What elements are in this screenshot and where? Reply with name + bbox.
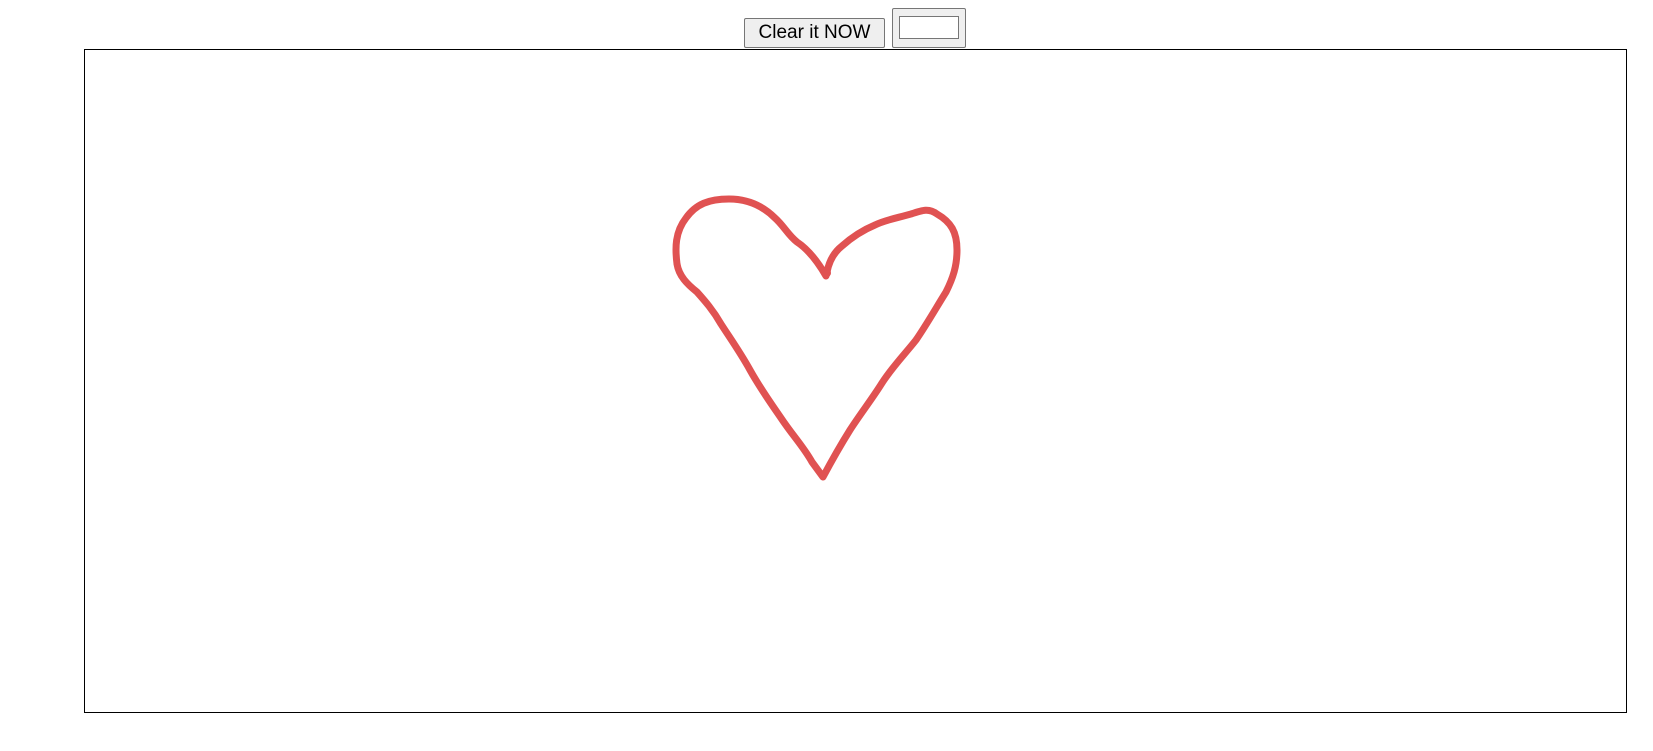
clear-canvas-button[interactable]: Clear it NOW [744,18,885,48]
color-swatch [899,16,959,39]
drawing-canvas[interactable] [84,49,1627,713]
canvas-drawing-layer [672,195,961,481]
toolbar: Clear it NOW [0,0,1653,48]
heart-drawing-stroke [672,195,961,481]
color-picker[interactable] [892,8,966,48]
heart-dip-dot [823,269,831,277]
